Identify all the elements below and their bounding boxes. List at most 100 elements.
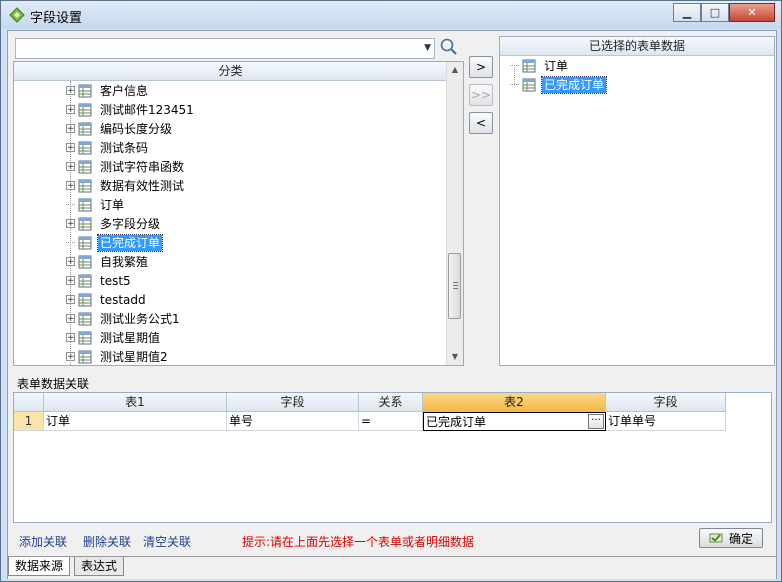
category-combo[interactable]: ▼ [15,38,435,59]
expand-icon[interactable]: + [66,162,75,172]
form-table-icon [78,103,92,116]
expand-icon[interactable]: + [66,219,75,229]
tree-item[interactable]: 订单 [66,195,126,214]
tree-item[interactable]: + 测试星期值 [66,328,162,347]
cell-table2-value: 已完成订单 [426,415,487,429]
selected-form-item[interactable]: 订单 [510,56,570,75]
selected-form-item[interactable]: 已完成订单 [510,75,608,94]
column-header-field1[interactable]: 字段 [227,393,359,412]
column-header-field2[interactable]: 字段 [606,393,726,412]
selected-forms-header: 已选择的表单数据 [500,37,774,56]
tree-item[interactable]: + 多字段分级 [66,214,162,233]
tree-item-label: testadd [100,292,146,307]
tree-connector [510,65,519,66]
tree-item[interactable]: + 客户信息 [66,81,150,100]
form-table-icon [78,350,92,363]
tree-item[interactable]: + 数据有效性测试 [66,176,186,195]
scroll-up-icon[interactable]: ▲ [447,62,463,78]
selected-forms-panel: 已选择的表单数据 订单 已完成订单 [499,36,775,366]
tree-item[interactable]: + 测试字符串函数 [66,157,186,176]
tree-item-label: 数据有效性测试 [100,178,185,193]
expand-icon[interactable]: + [66,295,75,305]
title-bar[interactable]: 字段设置 ▁ □ ✕ [1,1,781,29]
dialog-window: 字段设置 ▁ □ ✕ ▼ 分类 + 客户信息 + 测试邮件123451 + 编码长度分级 +… [0,0,782,582]
delete-relation-link[interactable]: 删除关联 [83,533,131,550]
ellipsis-icon[interactable]: ··· [588,414,604,429]
add-all-button[interactable]: >> [469,84,493,106]
expand-icon[interactable]: + [66,333,75,343]
tree-item[interactable]: + test5 [66,271,133,290]
form-table-icon [78,179,92,192]
form-table-icon [78,331,92,344]
tree-connector [66,204,75,205]
cell-table1[interactable]: 订单 [44,412,227,431]
cell-table2-editor[interactable]: 已完成订单 ··· [423,412,606,431]
tree-connector [510,84,519,85]
tree-item[interactable]: + testadd [66,290,148,309]
close-button[interactable]: ✕ [729,3,775,22]
row-number[interactable]: 1 [14,412,44,431]
ok-label: 确定 [728,531,753,546]
tree-item[interactable]: + 测试邮件123451 [66,100,196,119]
selected-form-label: 已完成订单 [540,75,608,94]
form-table-icon [78,293,92,306]
scroll-down-icon[interactable]: ▼ [447,349,463,365]
form-table-icon [78,160,92,173]
relations-grid[interactable]: 表1 字段 关系 表2 字段 1 订单 单号 = 已完成订单 ··· 订单单号 [13,392,772,523]
expand-icon[interactable]: + [66,105,75,115]
tree-item[interactable]: + 编码长度分级 [66,119,174,138]
cell-field2[interactable]: 订单单号 [606,412,726,431]
remove-button[interactable]: < [469,112,493,134]
form-table-icon [78,198,92,211]
tree-item[interactable]: + 自我繁殖 [66,252,150,271]
add-relation-link[interactable]: 添加关联 [19,533,67,550]
clear-relation-link[interactable]: 清空关联 [143,533,191,550]
expand-icon[interactable]: + [66,124,75,134]
expand-icon[interactable]: + [66,143,75,153]
tree-item[interactable]: + 测试星期值2 [66,347,170,365]
chevron-down-icon[interactable]: ▼ [424,43,431,53]
tree-item[interactable]: + 测试条码 [66,138,150,157]
tab-expression[interactable]: 表达式 [74,557,125,576]
cell-relation[interactable]: = [359,412,423,431]
tree-item-label: 测试字符串函数 [100,159,185,174]
minimize-icon: ▁ [682,6,692,19]
form-table-icon [522,59,536,72]
relations-title: 表单数据关联 [17,377,90,391]
tree-item-label: test5 [100,273,131,288]
expand-icon[interactable]: + [66,257,75,267]
hint-text: 提示:请在上面先选择一个表单或者明细数据 [242,535,475,549]
tree-item-label: 测试条码 [100,140,149,155]
column-header-table2[interactable]: 表2 [423,393,606,412]
tree-item[interactable]: + 测试业务公式1 [66,309,182,328]
add-button[interactable]: > [469,56,493,78]
tree-item[interactable]: 已完成订单 [66,233,164,252]
selected-forms-tree[interactable]: 订单 已完成订单 [500,56,774,356]
tree-item-label: 测试业务公式1 [100,311,180,326]
confirm-icon [709,533,723,543]
form-table-icon [522,78,536,91]
scroll-thumb[interactable] [448,253,461,319]
expand-icon[interactable]: + [66,352,75,362]
tree-item-label: 多字段分级 [100,216,161,231]
ok-button[interactable]: 确定 [699,528,763,548]
maximize-button[interactable]: □ [701,3,729,22]
tab-data-source[interactable]: 数据来源 [8,557,71,576]
tree-item-label: 自我繁殖 [100,254,149,269]
tree-item-label: 编码长度分级 [100,121,173,136]
cell-field1[interactable]: 单号 [227,412,359,431]
tree-scrollbar[interactable]: ▲ ▼ [446,62,463,365]
minimize-button[interactable]: ▁ [673,3,701,22]
expand-icon[interactable]: + [66,86,75,96]
expand-icon[interactable]: + [66,181,75,191]
column-header-table1[interactable]: 表1 [44,393,227,412]
expand-icon[interactable]: + [66,314,75,324]
search-icon[interactable] [439,37,459,57]
column-header-relation[interactable]: 关系 [359,393,423,412]
category-tree[interactable]: + 客户信息 + 测试邮件123451 + 编码长度分级 + 测试条码 + 测试字符串函数 + 数据有… [14,81,447,365]
row-number-header [14,393,44,412]
form-table-icon [78,236,92,249]
expand-icon[interactable]: + [66,276,75,286]
tree-item-label: 订单 [100,197,125,212]
form-table-icon [78,84,92,97]
